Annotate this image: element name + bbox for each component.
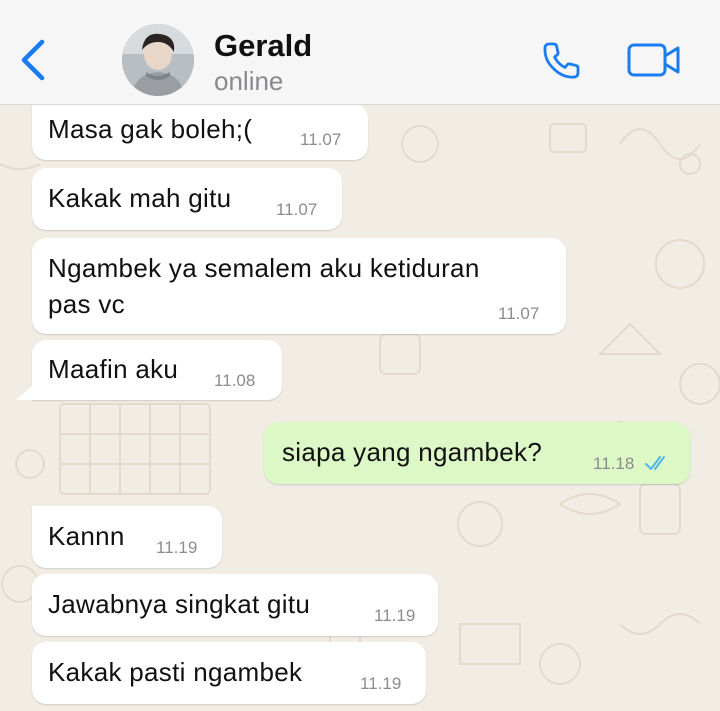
message-time: 11.19 (360, 674, 402, 693)
message-bubble-incoming[interactable]: Maafin aku 11.08 (32, 340, 282, 400)
video-call-button[interactable] (626, 40, 682, 80)
message-time: 11.07 (498, 304, 540, 323)
message-time: 11.19 (374, 606, 416, 625)
voice-call-button[interactable] (540, 38, 584, 82)
contact-status: online (214, 66, 284, 96)
video-camera-icon (627, 43, 680, 77)
message-time: 11.08 (214, 371, 256, 390)
message-bubble-incoming[interactable]: Masa gak boleh;( 11.07 (32, 104, 368, 160)
message-text: siapa yang ngambek? (282, 437, 543, 467)
message-bubble-incoming[interactable]: Jawabnya singkat gitu 11.19 (32, 574, 438, 636)
message-text: Kannn (48, 521, 125, 551)
message-time: 11.19 (156, 538, 198, 557)
message-text: Masa gak boleh;( (48, 114, 253, 144)
message-time: 11.07 (276, 200, 318, 219)
message-bubble-incoming[interactable]: Kakak mah gitu 11.07 (32, 168, 342, 230)
message-text: Kakak pasti ngambek (48, 657, 303, 687)
back-button[interactable] (14, 34, 54, 86)
message-text: Jawabnya singkat gitu (48, 589, 311, 619)
bubble-tail (16, 386, 32, 400)
chat-area[interactable]: Masa gak boleh;( 11.07 Kakak mah gitu 11… (0, 104, 720, 711)
message-bubble-incoming[interactable]: Kannn 11.19 (32, 506, 222, 568)
avatar[interactable] (122, 24, 194, 96)
contact-name[interactable]: Gerald (214, 28, 312, 64)
avatar-image (122, 24, 194, 96)
phone-icon (543, 42, 580, 79)
message-time: 11.18 (593, 454, 635, 473)
chat-header: Gerald online (0, 0, 720, 105)
message-text: Kakak mah gitu (48, 183, 232, 213)
message-time: 11.07 (300, 130, 342, 149)
message-bubble-outgoing[interactable]: siapa yang ngambek? 11.18 (264, 422, 690, 484)
message-text: Maafin aku (48, 354, 179, 384)
message-bubble-incoming[interactable]: Kakak pasti ngambek 11.19 (32, 642, 426, 704)
message-text-line: Ngambek ya semalem aku ketiduran (48, 253, 480, 283)
double-check-read-icon (645, 456, 665, 470)
message-text-line: pas vc (48, 289, 125, 319)
message-bubble-incoming[interactable]: Ngambek ya semalem aku ketiduran pas vc … (32, 238, 566, 334)
chevron-left-icon (21, 39, 45, 81)
